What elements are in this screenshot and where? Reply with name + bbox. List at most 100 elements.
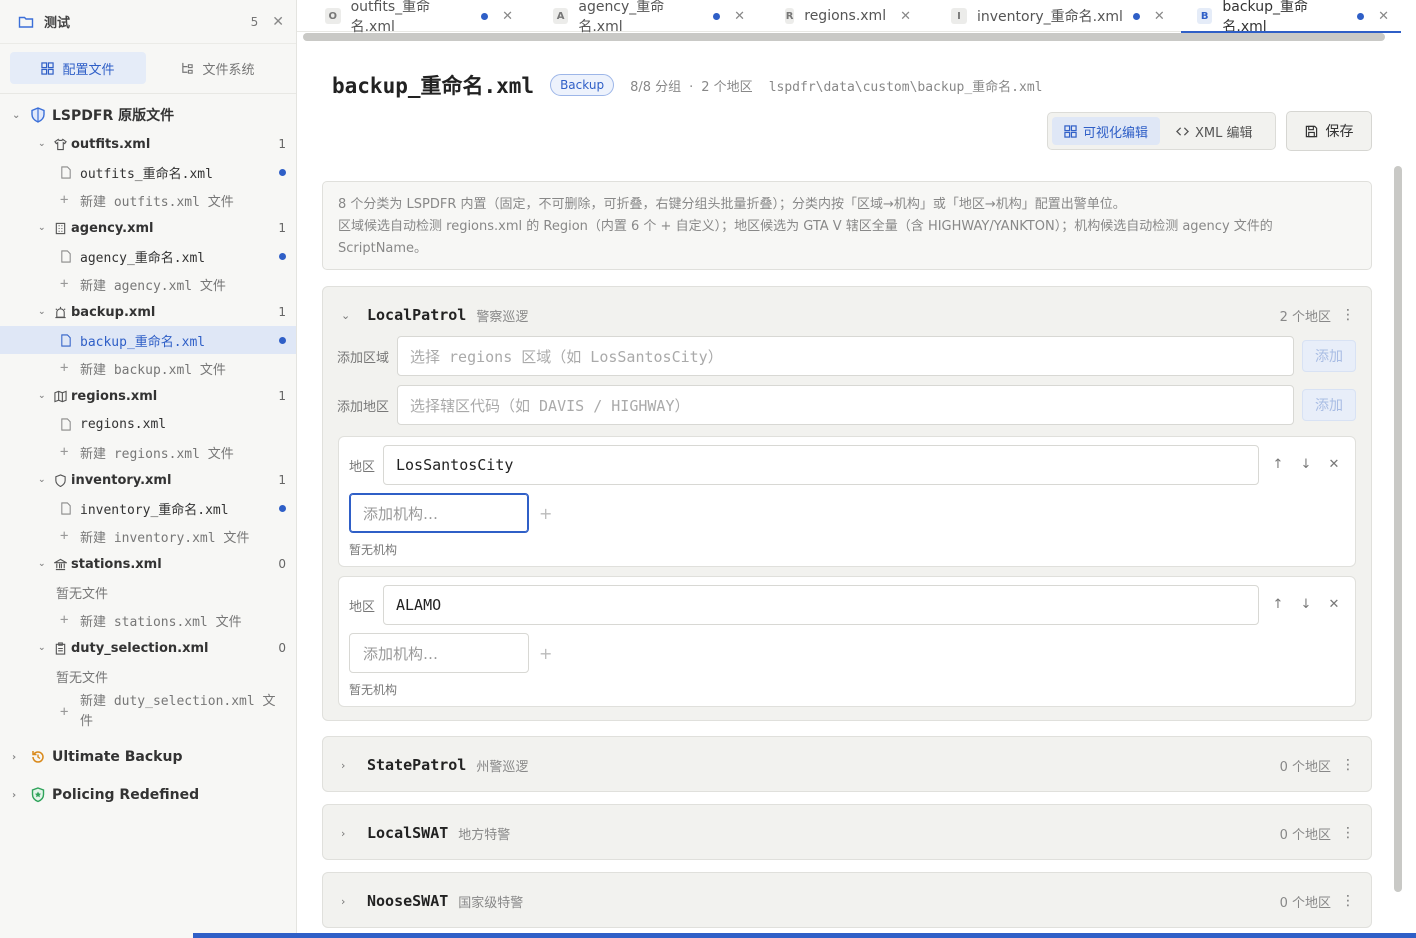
- visual-edit-button[interactable]: 可视化编辑: [1052, 117, 1161, 145]
- tab-inventory[interactable]: I inventory_重命名.xml ✕: [923, 0, 1181, 32]
- tab-regions[interactable]: R regions.xml ✕: [757, 0, 923, 32]
- tree-file-outfits[interactable]: outfits_重命名.xml: [0, 158, 296, 186]
- more-vertical-icon[interactable]: ⋮: [1341, 893, 1355, 909]
- tree-new-regions[interactable]: + 新建 regions.xml 文件: [0, 438, 296, 466]
- tree-group-agency[interactable]: ⌄ agency.xml 1: [0, 214, 296, 242]
- group-header[interactable]: › NooseSWAT 国家级特警 0 个地区 ⋮: [323, 873, 1371, 929]
- tree-file-agency[interactable]: agency_重命名.xml: [0, 242, 296, 270]
- tab-backup[interactable]: B backup_重命名.xml ✕: [1181, 0, 1401, 35]
- workspace-count: 5: [250, 14, 259, 29]
- group-area-count: 2 个地区: [1279, 309, 1331, 325]
- tree-empty-label: 暂无文件: [56, 670, 109, 686]
- tree-root-label: Ultimate Backup: [52, 749, 183, 765]
- tab-outfits[interactable]: O outfits_重命名.xml ✕: [297, 0, 525, 35]
- tree-group-inventory[interactable]: ⌄ inventory.xml 1: [0, 466, 296, 494]
- tab-agency[interactable]: A agency_重命名.xml ✕: [525, 0, 757, 35]
- vertical-scrollbar[interactable]: [1394, 166, 1402, 892]
- tree-group-count: 1: [278, 137, 286, 151]
- close-icon[interactable]: ✕: [900, 9, 911, 24]
- chevron-down-icon: ⌄: [38, 307, 46, 317]
- workspace-close-icon[interactable]: ✕: [272, 14, 284, 30]
- xml-edit-button[interactable]: XML 编辑: [1164, 117, 1265, 145]
- plus-icon[interactable]: +: [539, 504, 552, 523]
- info-line: 8 个分类为 LSPDFR 内置（固定，不可删除，可折叠，右键分组头批量折叠）；…: [338, 197, 1126, 212]
- tree-root-lspdfr[interactable]: ⌄ LSPDFR 原版文件: [0, 100, 296, 130]
- tree-group-regions[interactable]: ⌄ regions.xml 1: [0, 382, 296, 410]
- tree-new-outfits[interactable]: + 新建 outfits.xml 文件: [0, 186, 296, 214]
- editor-tabbar: O outfits_重命名.xml ✕ A agency_重命名.xml ✕ R…: [297, 0, 1401, 35]
- close-icon[interactable]: ✕: [1327, 457, 1341, 472]
- add-agency-input[interactable]: 添加机构…: [349, 633, 529, 673]
- workspace-header[interactable]: 测试 5 ✕: [0, 0, 296, 44]
- tree-file-label: regions.xml: [80, 416, 167, 432]
- close-icon[interactable]: ✕: [502, 9, 513, 24]
- tree-group-backup[interactable]: ⌄ backup.xml 1: [0, 298, 296, 326]
- area-value: ALAMO: [396, 596, 442, 614]
- xml-edit-label: XML 编辑: [1195, 125, 1253, 141]
- grid-icon: [1064, 124, 1077, 138]
- arrow-down-icon[interactable]: ↓: [1299, 457, 1313, 472]
- tab-label: agency_重命名.xml: [578, 0, 665, 35]
- area-select-input[interactable]: 选择辖区代码（如 DAVIS / HIGHWAY）: [397, 385, 1294, 425]
- add-region-button[interactable]: 添加: [1302, 340, 1356, 372]
- more-vertical-icon[interactable]: ⋮: [1341, 825, 1355, 841]
- tree-file-label: outfits_重命名.xml: [80, 166, 213, 182]
- tree-new-duty-selection[interactable]: + 新建 duty_selection.xml 文件: [0, 690, 296, 734]
- tab-label: backup_重命名.xml: [1222, 0, 1308, 35]
- map-icon: [54, 390, 67, 402]
- unsaved-dot: [713, 12, 721, 20]
- add-agency-input[interactable]: 添加机构…: [349, 493, 529, 533]
- group-header[interactable]: › LocalSWAT 地方特警 0 个地区 ⋮: [323, 805, 1371, 861]
- plus-icon: +: [60, 444, 69, 460]
- group-header[interactable]: › StatePatrol 州警巡逻 0 个地区 ⋮: [323, 737, 1371, 793]
- group-area-count: 0 个地区: [1279, 827, 1331, 843]
- tree-root-ultimate-backup[interactable]: › Ultimate Backup: [0, 738, 296, 776]
- save-label: 保存: [1325, 124, 1354, 140]
- arrow-down-icon[interactable]: ↓: [1299, 597, 1313, 612]
- tree-group-stations[interactable]: ⌄ stations.xml 0: [0, 550, 296, 578]
- tree-file-inventory[interactable]: inventory_重命名.xml: [0, 494, 296, 522]
- area-value-input[interactable]: LosSantosCity: [383, 445, 1259, 485]
- plus-icon: +: [60, 528, 69, 544]
- sidebar-tab-filesystem[interactable]: 文件系统: [150, 52, 286, 84]
- unsaved-dot: [1357, 12, 1365, 20]
- close-icon[interactable]: ✕: [1327, 597, 1341, 612]
- chevron-right-icon: ›: [341, 826, 346, 840]
- chevron-right-icon: ›: [12, 751, 17, 763]
- tree-group-label: backup.xml: [71, 304, 156, 320]
- tree-file-backup[interactable]: backup_重命名.xml: [0, 326, 296, 354]
- file-icon: [61, 249, 71, 263]
- save-button[interactable]: 保存: [1286, 111, 1372, 151]
- close-icon[interactable]: ✕: [734, 9, 745, 24]
- tree-new-backup[interactable]: + 新建 backup.xml 文件: [0, 354, 296, 382]
- tree-new-stations[interactable]: + 新建 stations.xml 文件: [0, 606, 296, 634]
- group-header[interactable]: ⌄ LocalPatrol 警察巡逻 2 个地区 ⋮: [323, 287, 1371, 343]
- tab-scrollbar[interactable]: [303, 33, 1385, 41]
- tree-new-inventory[interactable]: + 新建 inventory.xml 文件: [0, 522, 296, 550]
- add-area-button[interactable]: 添加: [1302, 389, 1356, 421]
- chevron-down-icon: ⌄: [38, 559, 46, 569]
- tree-root-label: LSPDFR 原版文件: [52, 108, 175, 124]
- tree-empty-duty-selection: 暂无文件: [0, 662, 296, 690]
- add-area-label: 添加地区: [337, 399, 390, 415]
- more-vertical-icon[interactable]: ⋮: [1341, 307, 1355, 323]
- unsaved-dot: [279, 168, 286, 176]
- plus-icon: +: [60, 612, 69, 628]
- arrow-up-icon[interactable]: ↑: [1271, 457, 1285, 472]
- more-vertical-icon[interactable]: ⋮: [1341, 757, 1355, 773]
- tree-root-policing-redefined[interactable]: › Policing Redefined: [0, 776, 296, 814]
- tree-group-outfits[interactable]: ⌄ outfits.xml 1: [0, 130, 296, 158]
- tree-group-duty-selection[interactable]: ⌄ duty_selection.xml 0: [0, 634, 296, 662]
- tab-letter: R: [785, 8, 795, 24]
- close-icon[interactable]: ✕: [1154, 9, 1165, 24]
- arrow-up-icon[interactable]: ↑: [1271, 597, 1285, 612]
- plus-icon[interactable]: +: [539, 644, 552, 663]
- add-area-row: 添加地区 选择辖区代码（如 DAVIS / HIGHWAY） 添加: [337, 385, 1357, 425]
- chevron-down-icon: ⌄: [38, 139, 46, 149]
- close-icon[interactable]: ✕: [1378, 9, 1389, 24]
- tree-file-regions[interactable]: regions.xml: [0, 410, 296, 438]
- sidebar-tab-config[interactable]: 配置文件: [10, 52, 146, 84]
- area-value-input[interactable]: ALAMO: [383, 585, 1259, 625]
- tree-new-agency[interactable]: + 新建 agency.xml 文件: [0, 270, 296, 298]
- region-select-input[interactable]: 选择 regions 区域（如 LosSantosCity）: [397, 336, 1294, 376]
